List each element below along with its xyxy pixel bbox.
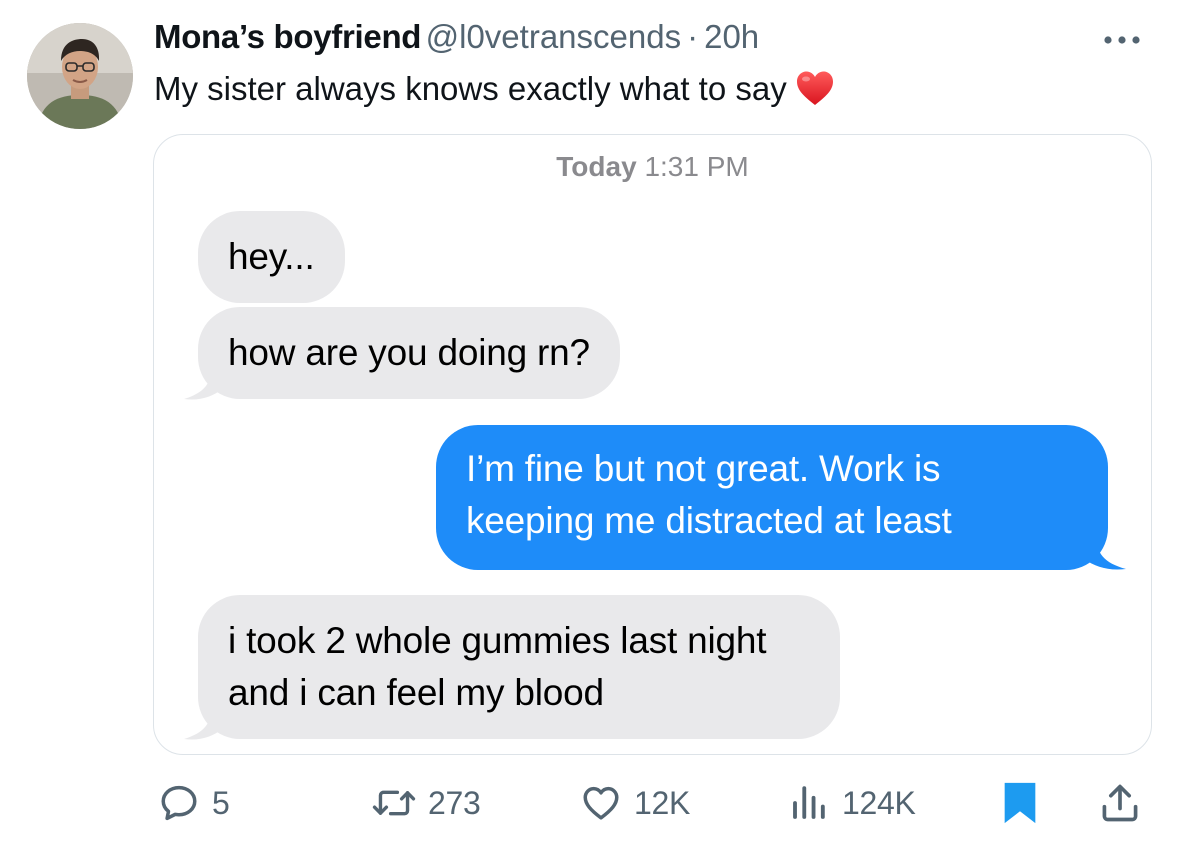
heart-emoji-icon (795, 70, 835, 120)
timestamp-time: 1:31 PM (644, 151, 749, 182)
views-button[interactable]: 124K (788, 778, 916, 828)
message-bubble-received: i took 2 whole gummies last night and i … (198, 595, 840, 739)
share-button[interactable] (1098, 778, 1142, 828)
message-text: how are you doing rn? (228, 332, 590, 373)
repost-button[interactable]: 273 (372, 778, 481, 828)
views-bar-chart-icon (793, 786, 825, 819)
bubble-tail-sent (1084, 535, 1126, 570)
bubble-tail-received (184, 705, 222, 740)
message-bubble-sent: I’m fine but not great. Work is keeping … (436, 425, 1108, 570)
like-count: 12K (634, 784, 691, 821)
bubble-tail-received (184, 365, 222, 400)
message-text: I’m fine but not great. Work is keeping … (466, 448, 952, 541)
message-text: hey... (228, 236, 315, 277)
author-name[interactable]: Mona’s boyfriend (154, 18, 421, 55)
message-timestamp: Today 1:31 PM (154, 151, 1151, 183)
avatar-photo (27, 23, 133, 129)
tweet-media-image[interactable]: Today 1:31 PM hey... how are you doing r… (153, 134, 1152, 755)
message-text: i took 2 whole gummies last night and i … (228, 620, 767, 713)
repost-icon (372, 790, 416, 816)
like-button[interactable]: 12K (580, 778, 690, 828)
reply-button[interactable]: 5 (158, 778, 230, 828)
timestamp-day: Today (556, 151, 637, 182)
author-handle[interactable]: @l0vetranscends (426, 18, 681, 55)
more-options-button[interactable] (1098, 28, 1146, 52)
avatar[interactable] (27, 23, 133, 129)
tweet-time[interactable]: 20h (704, 18, 759, 55)
bookmark-button[interactable] (1000, 778, 1040, 828)
reply-icon (161, 785, 197, 821)
tweet-text-content: My sister always knows exactly what to s… (154, 70, 787, 107)
separator-dot: · (687, 18, 699, 55)
tweet-action-bar: 5 273 12K 124K (0, 778, 1179, 828)
bookmark-icon (1004, 782, 1036, 824)
more-dots-icon (1104, 36, 1140, 44)
message-bubble-received: how are you doing rn? (198, 307, 620, 399)
message-bubble-received: hey... (198, 211, 345, 303)
tweet-text: My sister always knows exactly what to s… (154, 66, 835, 120)
repost-count: 273 (428, 784, 481, 821)
views-count: 124K (842, 784, 916, 821)
tweet-header: Mona’s boyfriend @l0vetranscends · 20h (154, 18, 1114, 56)
reply-count: 5 (212, 784, 230, 821)
heart-icon (583, 786, 619, 820)
share-icon (1102, 784, 1138, 822)
